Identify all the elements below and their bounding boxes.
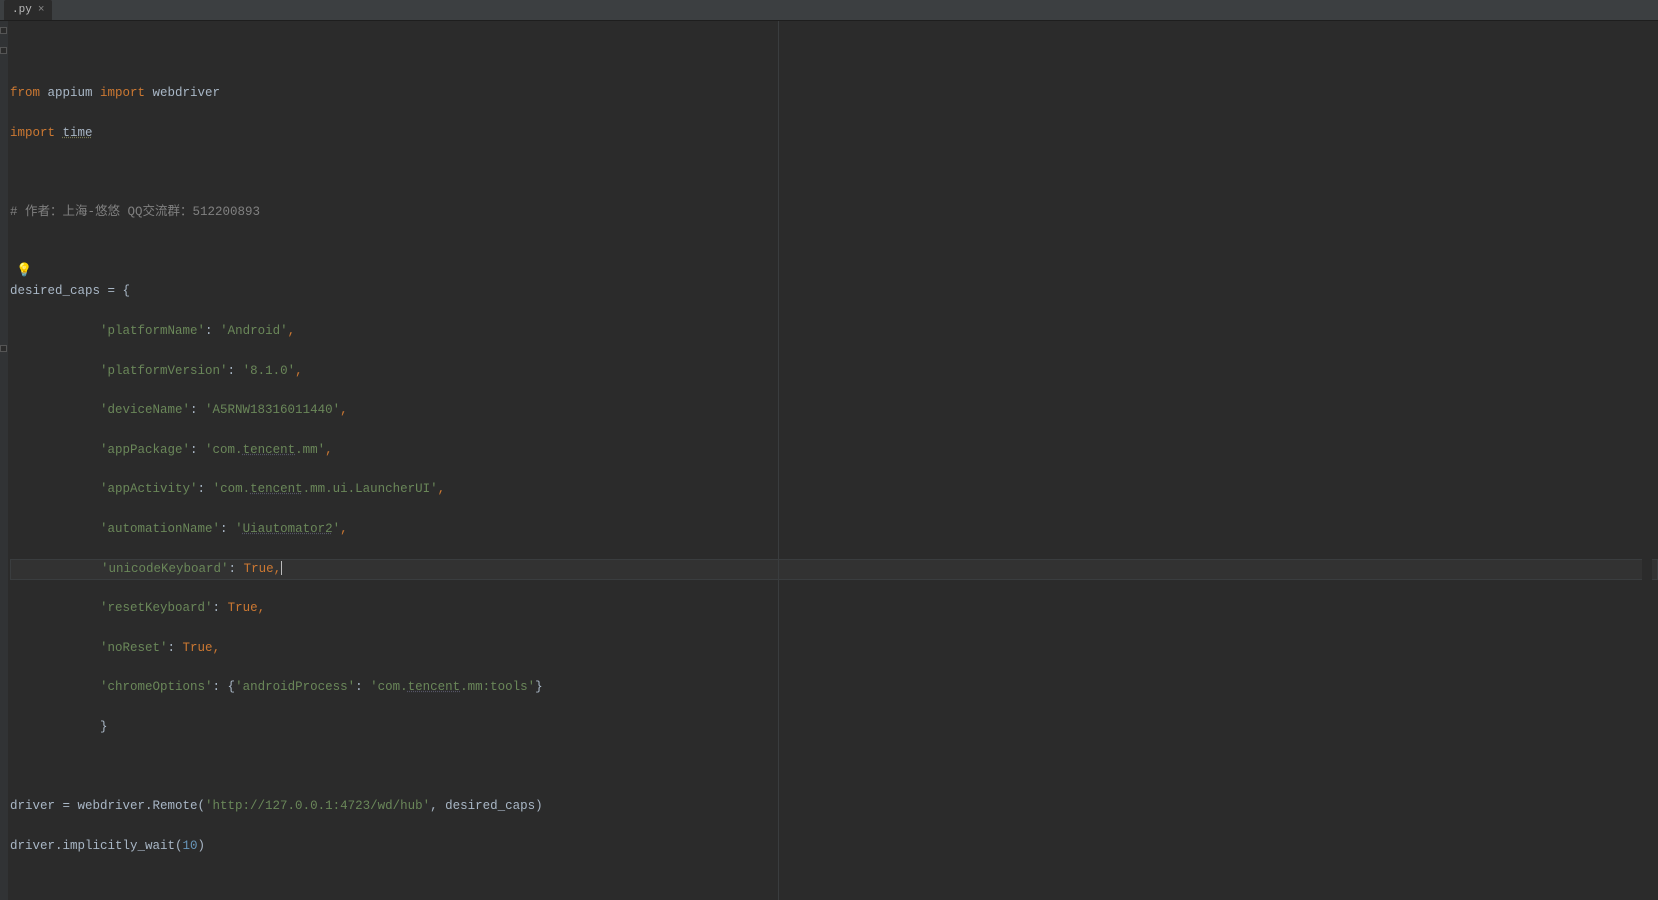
code-line[interactable]: 'appPackage': 'com.tencent.mm',	[10, 441, 1658, 461]
code-line[interactable]: driver = webdriver.Remote('http://127.0.…	[10, 797, 1658, 817]
code-line[interactable]: 'automationName': 'Uiautomator2',	[10, 520, 1658, 540]
code-line[interactable]: from appium import webdriver	[10, 84, 1658, 104]
code-line[interactable]: 'noReset': True,	[10, 639, 1658, 659]
code-line[interactable]	[10, 757, 1658, 777]
gutter[interactable]: 💡	[0, 21, 8, 900]
code-line[interactable]: 'appActivity': 'com.tencent.mm.ui.Launch…	[10, 480, 1658, 500]
code-line[interactable]	[10, 243, 1658, 263]
code-line[interactable]: 'deviceName': 'A5RNW18316011440',	[10, 401, 1658, 421]
fold-icon[interactable]	[0, 27, 7, 34]
code-line[interactable]	[10, 876, 1658, 896]
editor-tab[interactable]: .py ×	[4, 0, 52, 20]
code-area[interactable]: from appium import webdriver import time…	[8, 21, 1658, 900]
code-line[interactable]: 'resetKeyboard': True,	[10, 599, 1658, 619]
tab-label: .py	[12, 4, 32, 16]
code-line[interactable]: 'platformName': 'Android',	[10, 322, 1658, 342]
code-line[interactable]: 'platformVersion': '8.1.0',	[10, 362, 1658, 382]
code-line[interactable]	[10, 164, 1658, 184]
code-line[interactable]: driver.implicitly_wait(10)	[10, 837, 1658, 857]
code-line[interactable]: import time	[10, 124, 1658, 144]
error-stripe[interactable]	[1642, 21, 1652, 900]
code-line[interactable]: }	[10, 718, 1658, 738]
code-line[interactable]: 'chromeOptions': {'androidProcess': 'com…	[10, 678, 1658, 698]
code-line-current[interactable]: 'unicodeKeyboard': True,	[10, 559, 1658, 581]
editor-area[interactable]: 💡 from appium import webdriver import ti…	[0, 21, 1658, 900]
ide-root: .py × 💡 from appium import webdriver imp…	[0, 0, 1658, 900]
code-line[interactable]: desired_caps = {	[10, 282, 1658, 302]
fold-icon[interactable]	[0, 47, 7, 54]
close-icon[interactable]: ×	[38, 4, 45, 16]
code-line[interactable]: # 作者：上海-悠悠 QQ交流群：512200893	[10, 203, 1658, 223]
right-margin-line	[778, 21, 779, 900]
caret	[281, 561, 282, 575]
fold-icon[interactable]	[0, 345, 7, 352]
editor-tabbar: .py ×	[0, 0, 1658, 21]
